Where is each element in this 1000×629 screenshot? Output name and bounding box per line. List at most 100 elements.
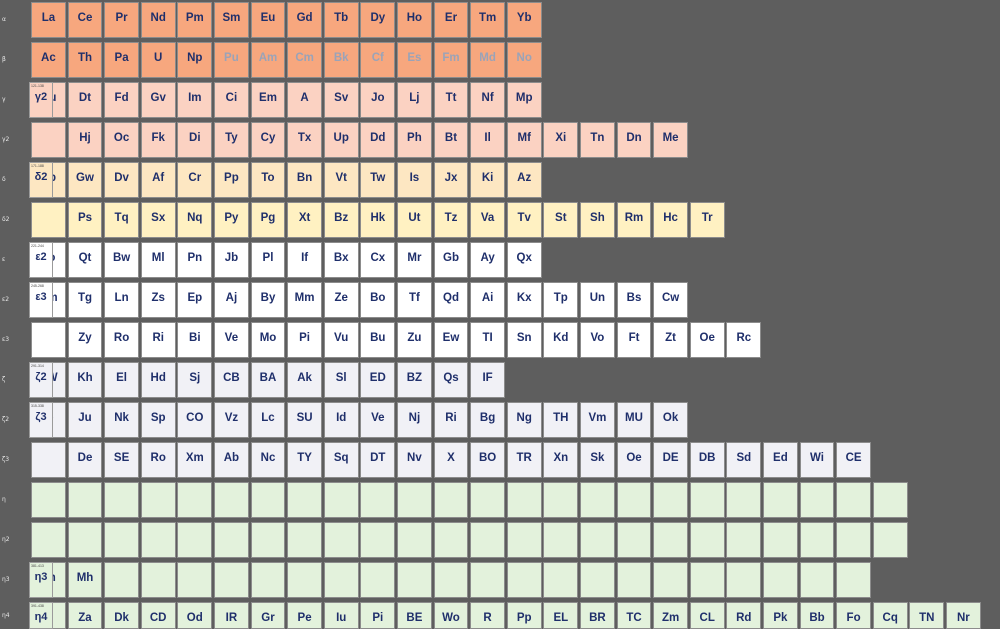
element-cell[interactable]: Ps bbox=[67, 202, 103, 238]
element-cell[interactable] bbox=[397, 562, 432, 598]
element-cell[interactable]: Pi bbox=[287, 322, 322, 358]
element-cell[interactable]: Gb bbox=[433, 242, 469, 278]
element-cell[interactable]: Ty bbox=[214, 122, 249, 158]
element-cell[interactable]: Vo bbox=[580, 322, 615, 358]
element-cell[interactable] bbox=[616, 522, 652, 558]
element-cell[interactable]: Bz bbox=[323, 202, 359, 238]
element-cell[interactable]: Bi bbox=[177, 322, 213, 358]
element-cell[interactable]: Sx bbox=[140, 202, 176, 238]
element-cell[interactable]: A bbox=[287, 82, 322, 118]
element-cell[interactable]: TY bbox=[287, 442, 322, 478]
element-cell[interactable]: Il bbox=[470, 122, 505, 158]
element-cell[interactable] bbox=[104, 482, 139, 518]
element-cell[interactable] bbox=[799, 522, 835, 558]
element-cell[interactable]: Tn bbox=[580, 122, 615, 158]
element-cell[interactable]: Kd bbox=[543, 322, 579, 358]
element-cell[interactable]: TR bbox=[506, 442, 542, 478]
element-cell[interactable] bbox=[726, 562, 762, 598]
element-cell[interactable]: Am bbox=[250, 42, 286, 78]
element-cell[interactable] bbox=[31, 442, 66, 478]
element-cell[interactable] bbox=[653, 522, 688, 558]
element-cell[interactable] bbox=[872, 482, 908, 518]
element-cell[interactable]: Qt bbox=[67, 242, 103, 278]
element-cell[interactable] bbox=[506, 562, 542, 598]
element-cell[interactable]: Fo bbox=[836, 602, 871, 629]
element-cell[interactable] bbox=[726, 522, 762, 558]
element-cell[interactable]: BA bbox=[250, 362, 286, 398]
element-cell[interactable]: Tp bbox=[543, 282, 579, 318]
element-cell[interactable] bbox=[580, 482, 615, 518]
element-cell[interactable]: Oe bbox=[616, 442, 652, 478]
element-cell[interactable]: Xn bbox=[543, 442, 579, 478]
element-cell[interactable] bbox=[287, 522, 322, 558]
element-cell[interactable]: TN bbox=[909, 602, 945, 629]
element-cell[interactable]: Di bbox=[177, 122, 213, 158]
element-cell[interactable]: SU bbox=[287, 402, 322, 438]
element-cell[interactable]: Sj bbox=[177, 362, 213, 398]
element-cell[interactable] bbox=[580, 522, 615, 558]
element-cell[interactable]: Lj bbox=[397, 82, 432, 118]
element-cell[interactable]: Zy bbox=[67, 322, 103, 358]
element-cell[interactable]: Lc bbox=[250, 402, 286, 438]
element-cell[interactable]: Py bbox=[214, 202, 249, 238]
element-cell[interactable]: MU bbox=[616, 402, 652, 438]
element-cell[interactable] bbox=[177, 562, 213, 598]
element-cell[interactable]: Sh bbox=[580, 202, 615, 238]
element-cell[interactable] bbox=[31, 522, 66, 558]
element-cell[interactable]: CD bbox=[140, 602, 176, 629]
element-cell[interactable]: CO bbox=[177, 402, 213, 438]
element-cell[interactable]: Wo bbox=[433, 602, 469, 629]
element-cell[interactable] bbox=[287, 562, 322, 598]
element-cell[interactable]: Mp bbox=[506, 82, 542, 118]
element-cell[interactable] bbox=[799, 562, 835, 598]
element-cell[interactable]: Za bbox=[67, 602, 103, 629]
element-cell[interactable]: Wi bbox=[799, 442, 835, 478]
element-cell[interactable] bbox=[689, 562, 725, 598]
element-cell[interactable]: Rc bbox=[726, 322, 762, 358]
element-cell[interactable]: Hj bbox=[67, 122, 103, 158]
element-cell[interactable] bbox=[653, 482, 688, 518]
element-cell[interactable]: Cx bbox=[360, 242, 396, 278]
element-cell[interactable]: Ed bbox=[763, 442, 798, 478]
element-cell[interactable] bbox=[397, 522, 432, 558]
element-cell[interactable]: Sd bbox=[726, 442, 762, 478]
element-cell[interactable]: Nf bbox=[470, 82, 505, 118]
element-cell[interactable]: Cw bbox=[653, 282, 688, 318]
element-cell[interactable]: Zt bbox=[653, 322, 688, 358]
element-cell[interactable]: Ln bbox=[104, 282, 139, 318]
element-cell[interactable] bbox=[653, 562, 688, 598]
element-cell[interactable]: Jb bbox=[214, 242, 249, 278]
element-cell[interactable]: Pa bbox=[104, 42, 139, 78]
element-cell[interactable]: Up bbox=[323, 122, 359, 158]
element-cell[interactable]: Kx bbox=[506, 282, 542, 318]
element-cell[interactable] bbox=[67, 522, 103, 558]
element-cell[interactable] bbox=[250, 562, 286, 598]
element-cell[interactable]: Es bbox=[397, 42, 432, 78]
element-cell[interactable] bbox=[214, 482, 249, 518]
element-cell[interactable]: Ml bbox=[140, 242, 176, 278]
element-cell[interactable]: Em bbox=[250, 82, 286, 118]
element-cell[interactable]: Ki bbox=[470, 162, 505, 198]
element-cell[interactable] bbox=[360, 522, 396, 558]
element-cell[interactable]: Md bbox=[470, 42, 505, 78]
element-cell[interactable]: Ro bbox=[140, 442, 176, 478]
element-cell[interactable]: Iu bbox=[323, 602, 359, 629]
element-cell[interactable] bbox=[31, 202, 66, 238]
element-cell[interactable]: Bs bbox=[616, 282, 652, 318]
element-cell[interactable]: Zu bbox=[397, 322, 432, 358]
element-cell[interactable] bbox=[689, 522, 725, 558]
element-cell[interactable]: SE bbox=[104, 442, 139, 478]
element-cell[interactable] bbox=[104, 562, 139, 598]
element-cell[interactable] bbox=[323, 522, 359, 558]
element-cell[interactable]: Tx bbox=[287, 122, 322, 158]
element-cell[interactable]: If bbox=[287, 242, 322, 278]
element-cell[interactable]: Tb bbox=[323, 2, 359, 38]
element-cell[interactable] bbox=[140, 522, 176, 558]
element-cell[interactable]: Dn bbox=[616, 122, 652, 158]
element-cell[interactable]: Od bbox=[177, 602, 213, 629]
element-cell[interactable]: Gd bbox=[287, 2, 322, 38]
element-cell[interactable]: Bu bbox=[360, 322, 396, 358]
element-cell[interactable]: Ew bbox=[433, 322, 469, 358]
element-cell[interactable]: Sm bbox=[214, 2, 249, 38]
element-cell[interactable]: Gr bbox=[250, 602, 286, 629]
